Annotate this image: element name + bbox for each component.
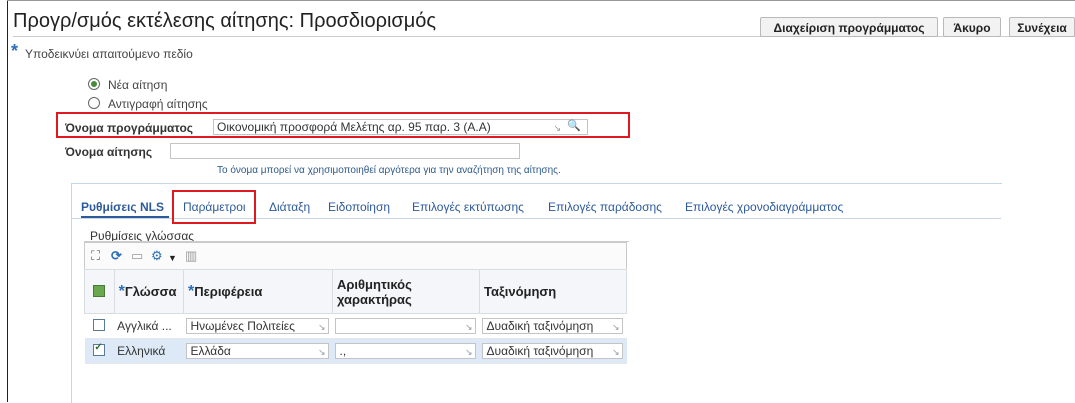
select-all-header[interactable] (84, 269, 115, 314)
tab-layout[interactable]: Διάταξη (269, 200, 310, 214)
freeze-columns-icon[interactable]: ▥ (185, 249, 197, 262)
dropdown-caret-icon[interactable]: ▼ (168, 252, 177, 265)
table-row[interactable]: Αγγλικά ... Ηνωμένες Πολιτείες ↘ ↘ Δυαδικ… (84, 313, 627, 339)
request-name-label: Όνομα αίτησης (65, 145, 153, 159)
radio-copy-request-label: Αντιγραφή αίτησης (108, 97, 208, 111)
request-name-input[interactable] (170, 143, 520, 159)
radio-new-request[interactable]: Νέα αίτηση (88, 78, 167, 92)
radio-copy-request[interactable]: Αντιγραφή αίτησης (88, 97, 208, 111)
sort-input[interactable]: Δυαδική ταξινόμηση ↘ (482, 343, 624, 359)
territory-input[interactable]: Ηνωμένες Πολιτείες ↘ (186, 318, 330, 334)
export-icon[interactable]: ▭ (131, 249, 143, 262)
tab-print-options[interactable]: Επιλογές εκτύπωσης (412, 200, 524, 214)
language-table: *Γλώσσα *Περιφέρεια Αριθμητικός χαρακτήρ… (84, 269, 628, 364)
column-header-territory: *Περιφέρεια (182, 269, 333, 314)
column-header-language: *Γλώσσα (113, 269, 184, 314)
radio-selected-icon[interactable] (88, 78, 100, 90)
select-all-checkbox[interactable] (93, 285, 106, 297)
gear-icon[interactable]: ⚙ (151, 249, 163, 262)
row-checkbox[interactable] (93, 342, 106, 356)
lov-icon[interactable]: ↘ (465, 345, 473, 359)
lov-icon[interactable]: ↘ (612, 320, 620, 334)
cancel-button[interactable]: Άκυρο (943, 17, 1001, 37)
lov-icon[interactable]: ↘ (318, 320, 326, 334)
lov-icon[interactable]: ↘ (612, 345, 620, 359)
lov-icon[interactable]: ↘ (465, 320, 473, 334)
table-header-row: *Γλώσσα *Περιφέρεια Αριθμητικός χαρακτήρ… (84, 269, 628, 314)
continue-button[interactable]: Συνέχεια (1009, 17, 1075, 37)
row-checkbox[interactable] (93, 319, 106, 331)
table-row[interactable]: Ελληνικά Ελλάδα↘ .,↘ Δυαδική ταξινόμηση↘ (84, 338, 627, 364)
refresh-icon[interactable]: ⟳ (111, 249, 122, 262)
required-star-icon: * (11, 41, 19, 61)
required-field-note: Υποδεικνύει απαιτούμενο πεδίο (25, 47, 193, 61)
radio-unselected-icon[interactable] (88, 97, 100, 109)
tab-delivery-options[interactable]: Επιλογές παράδοσης (548, 200, 662, 214)
tab-schedule-options[interactable]: Επιλογές χρονοδιαγράμματος (685, 200, 843, 214)
language-cell: Αγγλικά ... (114, 313, 184, 339)
highlight-program-name (56, 112, 630, 138)
lov-icon[interactable]: ↘ (318, 345, 326, 359)
table-toolbar: ⛶ ⟳ ▭ ⚙ ▼ ▥ (84, 242, 627, 270)
sort-input[interactable]: Δυαδική ταξινόμηση ↘ (482, 318, 624, 334)
page-title: Προγρ/σμός εκτέλεσης αίτησης: Προσδιορισ… (13, 10, 437, 32)
highlight-parameters-tab (172, 190, 256, 224)
column-header-numeric: Αριθμητικός χαρακτήρας (331, 269, 480, 314)
request-name-hint: Το όνομα μπορεί να χρησιμοποιηθεί αργότε… (217, 165, 561, 176)
frame-border-top (7, 0, 1075, 1)
detach-icon[interactable]: ⛶ (91, 249, 100, 262)
column-header-sort: Ταξινόμηση (478, 269, 628, 314)
radio-new-request-label: Νέα αίτηση (108, 78, 168, 92)
territory-input[interactable]: Ελλάδα ↘ (186, 343, 330, 359)
language-cell: Ελληνικά (114, 338, 184, 364)
frame-border-left (7, 0, 8, 402)
manage-program-button[interactable]: Διαχείριση προγράμματος (760, 17, 938, 37)
numeric-input[interactable]: ., ↘ (335, 343, 477, 359)
numeric-input[interactable]: ↘ (335, 318, 477, 334)
tab-nls-settings[interactable]: Ρυθμίσεις NLS (81, 200, 164, 214)
tab-notification[interactable]: Ειδοποίηση (328, 200, 390, 214)
